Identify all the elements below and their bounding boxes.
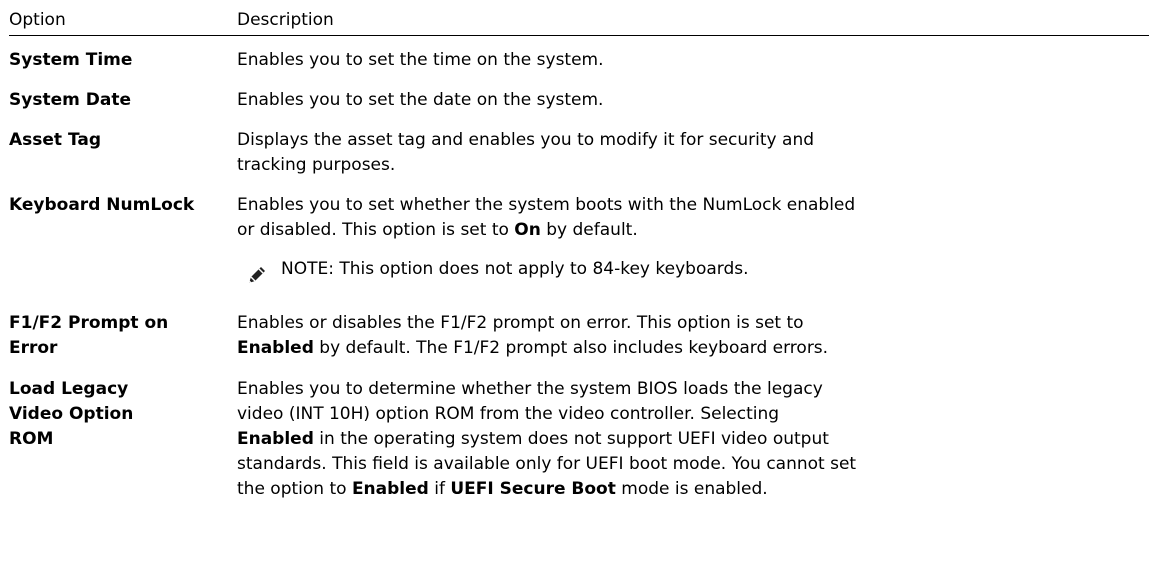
table-row-keyboard-numlock: Keyboard NumLock Enables you to set whet… — [9, 193, 1149, 294]
table-header: Option Description — [9, 7, 1149, 33]
description-column-header: Description — [237, 10, 334, 30]
option-name: Asset Tag — [9, 130, 102, 150]
option-description: Enables you to set the date on the syste… — [237, 90, 604, 110]
options-table: Option Description System Time Enables y… — [9, 7, 1149, 502]
option-description: Enables you to set whether the system bo… — [237, 195, 856, 240]
table-row-load-legacy-video-rom: Load Legacy Video Option ROM Enables you… — [9, 377, 1149, 502]
table-row-system-time: System Time Enables you to set the time … — [9, 48, 1149, 73]
option-description: Enables you to set the time on the syste… — [237, 50, 604, 70]
option-name: System Time — [9, 50, 133, 70]
option-name: Keyboard NumLock — [9, 195, 195, 215]
option-name: F1/F2 Prompt on Error — [9, 313, 169, 358]
option-name: System Date — [9, 90, 131, 110]
option-name: Load Legacy Video Option ROM — [9, 379, 134, 449]
table-row-system-date: System Date Enables you to set the date … — [9, 88, 1149, 113]
note-text: NOTE: This option does not apply to 84-k… — [281, 259, 749, 279]
note-box: NOTE: This option does not apply to 84-k… — [237, 258, 1149, 294]
pencil-note-icon — [246, 264, 268, 286]
table-row-asset-tag: Asset Tag Displays the asset tag and ena… — [9, 128, 1149, 178]
option-column-header: Option — [9, 10, 66, 30]
header-divider — [9, 35, 1149, 36]
table-row-f1-f2-prompt: F1/F2 Prompt on Error Enables or disable… — [9, 311, 1149, 361]
option-description: Enables or disables the F1/F2 prompt on … — [237, 313, 829, 358]
option-description: Enables you to determine whether the sys… — [237, 379, 857, 499]
option-description: Displays the asset tag and enables you t… — [237, 130, 815, 175]
